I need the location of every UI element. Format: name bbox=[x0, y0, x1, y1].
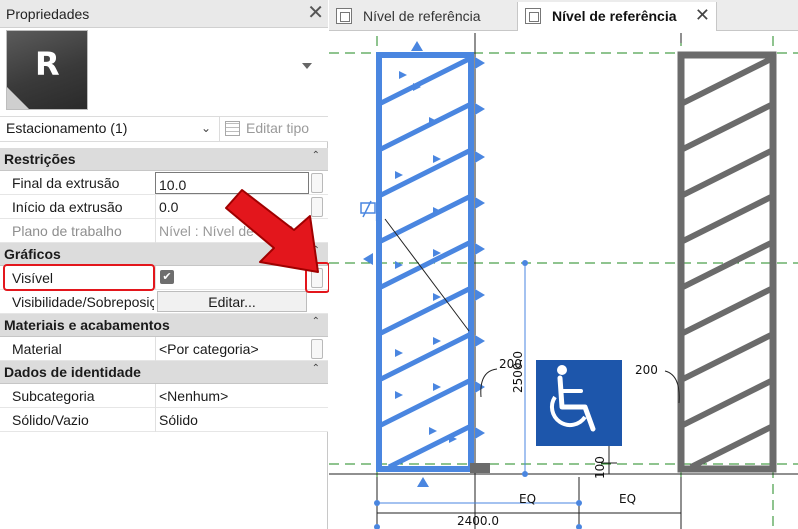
collapse-icon[interactable]: ⌃ bbox=[312, 316, 320, 327]
edit-type-label: Editar tipo bbox=[246, 120, 310, 136]
revit-logo-letter: R bbox=[35, 45, 60, 83]
tab-nivel-referencia-2[interactable]: Nível de referência ✕ bbox=[517, 2, 717, 32]
left-parking-stripe[interactable] bbox=[363, 41, 490, 487]
category-materiais[interactable]: Materiais e acabamentos ⌃ bbox=[0, 314, 328, 337]
edit-type-icon bbox=[225, 121, 240, 136]
material-value[interactable]: <Por categoria> bbox=[155, 337, 309, 361]
category-label: Gráficos bbox=[4, 246, 61, 262]
collapse-icon[interactable]: ⌃ bbox=[312, 150, 320, 161]
row-material: Material <Por categoria> bbox=[0, 337, 328, 361]
row-value: Sólido bbox=[159, 412, 198, 428]
properties-title-bar: Propriedades ✕ bbox=[0, 0, 328, 28]
family-drawing[interactable]: B bbox=[329, 31, 798, 529]
instance-row: Estacionamento (1) ⌄ Editar tipo bbox=[0, 116, 328, 142]
category-restricoes[interactable]: Restrições ⌃ bbox=[0, 148, 328, 171]
row-label: Subcategoria bbox=[12, 388, 95, 404]
row-visibilidade: Visibilidade/Sobreposição Editar... bbox=[0, 290, 328, 314]
chevron-down-icon: ⌄ bbox=[200, 121, 211, 135]
wheelchair-icon bbox=[536, 360, 622, 446]
category-label: Restrições bbox=[4, 151, 76, 167]
row-label: Início da extrusão bbox=[12, 199, 123, 215]
row-solido-vazio: Sólido/Vazio Sólido bbox=[0, 408, 328, 432]
row-label: Material bbox=[12, 341, 62, 357]
chevron-down-icon[interactable] bbox=[302, 63, 312, 69]
floor-plan-icon bbox=[336, 8, 352, 24]
close-icon[interactable]: ✕ bbox=[307, 2, 324, 24]
row-label: Plano de trabalho bbox=[12, 223, 122, 239]
subcategoria-value[interactable]: <Nenhum> bbox=[155, 384, 309, 408]
row-subcategoria: Subcategoria <Nenhum> bbox=[0, 384, 328, 408]
category-label: Materiais e acabamentos bbox=[4, 317, 170, 333]
reference-planes bbox=[329, 36, 798, 529]
properties-panel: Propriedades ✕ R Estacionamento (1) ⌄ Ed… bbox=[0, 0, 330, 529]
family-thumbnail: R bbox=[6, 30, 88, 110]
row-label: Sólido/Vazio bbox=[12, 412, 89, 428]
associate-parameter-button[interactable] bbox=[311, 339, 323, 359]
visivel-highlight-box bbox=[3, 264, 155, 291]
row-label: Final da extrusão bbox=[12, 175, 120, 191]
visivel-checkbox[interactable]: ✔ bbox=[160, 270, 174, 284]
lock-icon bbox=[360, 200, 376, 218]
floor-plan-icon bbox=[525, 8, 541, 24]
category-label: Dados de identidade bbox=[4, 364, 141, 380]
dimension-label-200-right[interactable]: 200 bbox=[635, 363, 658, 377]
view-tab-bar: Nível de referência Nível de referência … bbox=[329, 0, 798, 32]
red-arrow-icon bbox=[225, 189, 319, 273]
top-markers bbox=[474, 33, 682, 43]
dimension-label-eq-right[interactable]: EQ bbox=[619, 492, 636, 506]
solido-vazio-value[interactable]: Sólido bbox=[155, 408, 309, 432]
thumbnail-fold bbox=[7, 87, 29, 109]
category-identidade[interactable]: Dados de identidade ⌃ bbox=[0, 361, 328, 384]
dimension-label-100[interactable]: 100 bbox=[593, 456, 607, 479]
tab-nivel-referencia-1[interactable]: Nível de referência bbox=[329, 2, 515, 31]
tab-label: Nível de referência bbox=[363, 8, 481, 24]
instance-filter-dropdown[interactable]: Estacionamento (1) ⌄ bbox=[0, 117, 220, 141]
right-parking-stripe[interactable] bbox=[677, 51, 777, 473]
row-label: Visibilidade/Sobreposição bbox=[12, 294, 154, 310]
visibilidade-edit-button[interactable]: Editar... bbox=[157, 291, 307, 312]
instance-filter-value: Estacionamento (1) bbox=[6, 120, 128, 136]
close-icon[interactable]: ✕ bbox=[695, 5, 710, 26]
row-value: <Nenhum> bbox=[159, 388, 229, 404]
properties-title: Propriedades bbox=[6, 6, 90, 22]
dimension-label-2500[interactable]: 2500.0 bbox=[511, 351, 525, 393]
dimension-label-2400[interactable]: 2400.0 bbox=[457, 514, 499, 528]
type-selector[interactable]: R bbox=[0, 28, 328, 116]
row-value: <Por categoria> bbox=[159, 341, 259, 357]
drawing-canvas[interactable]: B 200 200 2500.0 100 EQ EQ 2400.0 bbox=[329, 31, 798, 529]
edit-type-button[interactable]: Editar tipo bbox=[222, 117, 328, 141]
collapse-icon[interactable]: ⌃ bbox=[312, 363, 320, 374]
dimension-label-eq-left[interactable]: EQ bbox=[519, 492, 536, 506]
tab-label: Nível de referência bbox=[552, 8, 677, 24]
svg-text:B: B bbox=[375, 214, 381, 224]
